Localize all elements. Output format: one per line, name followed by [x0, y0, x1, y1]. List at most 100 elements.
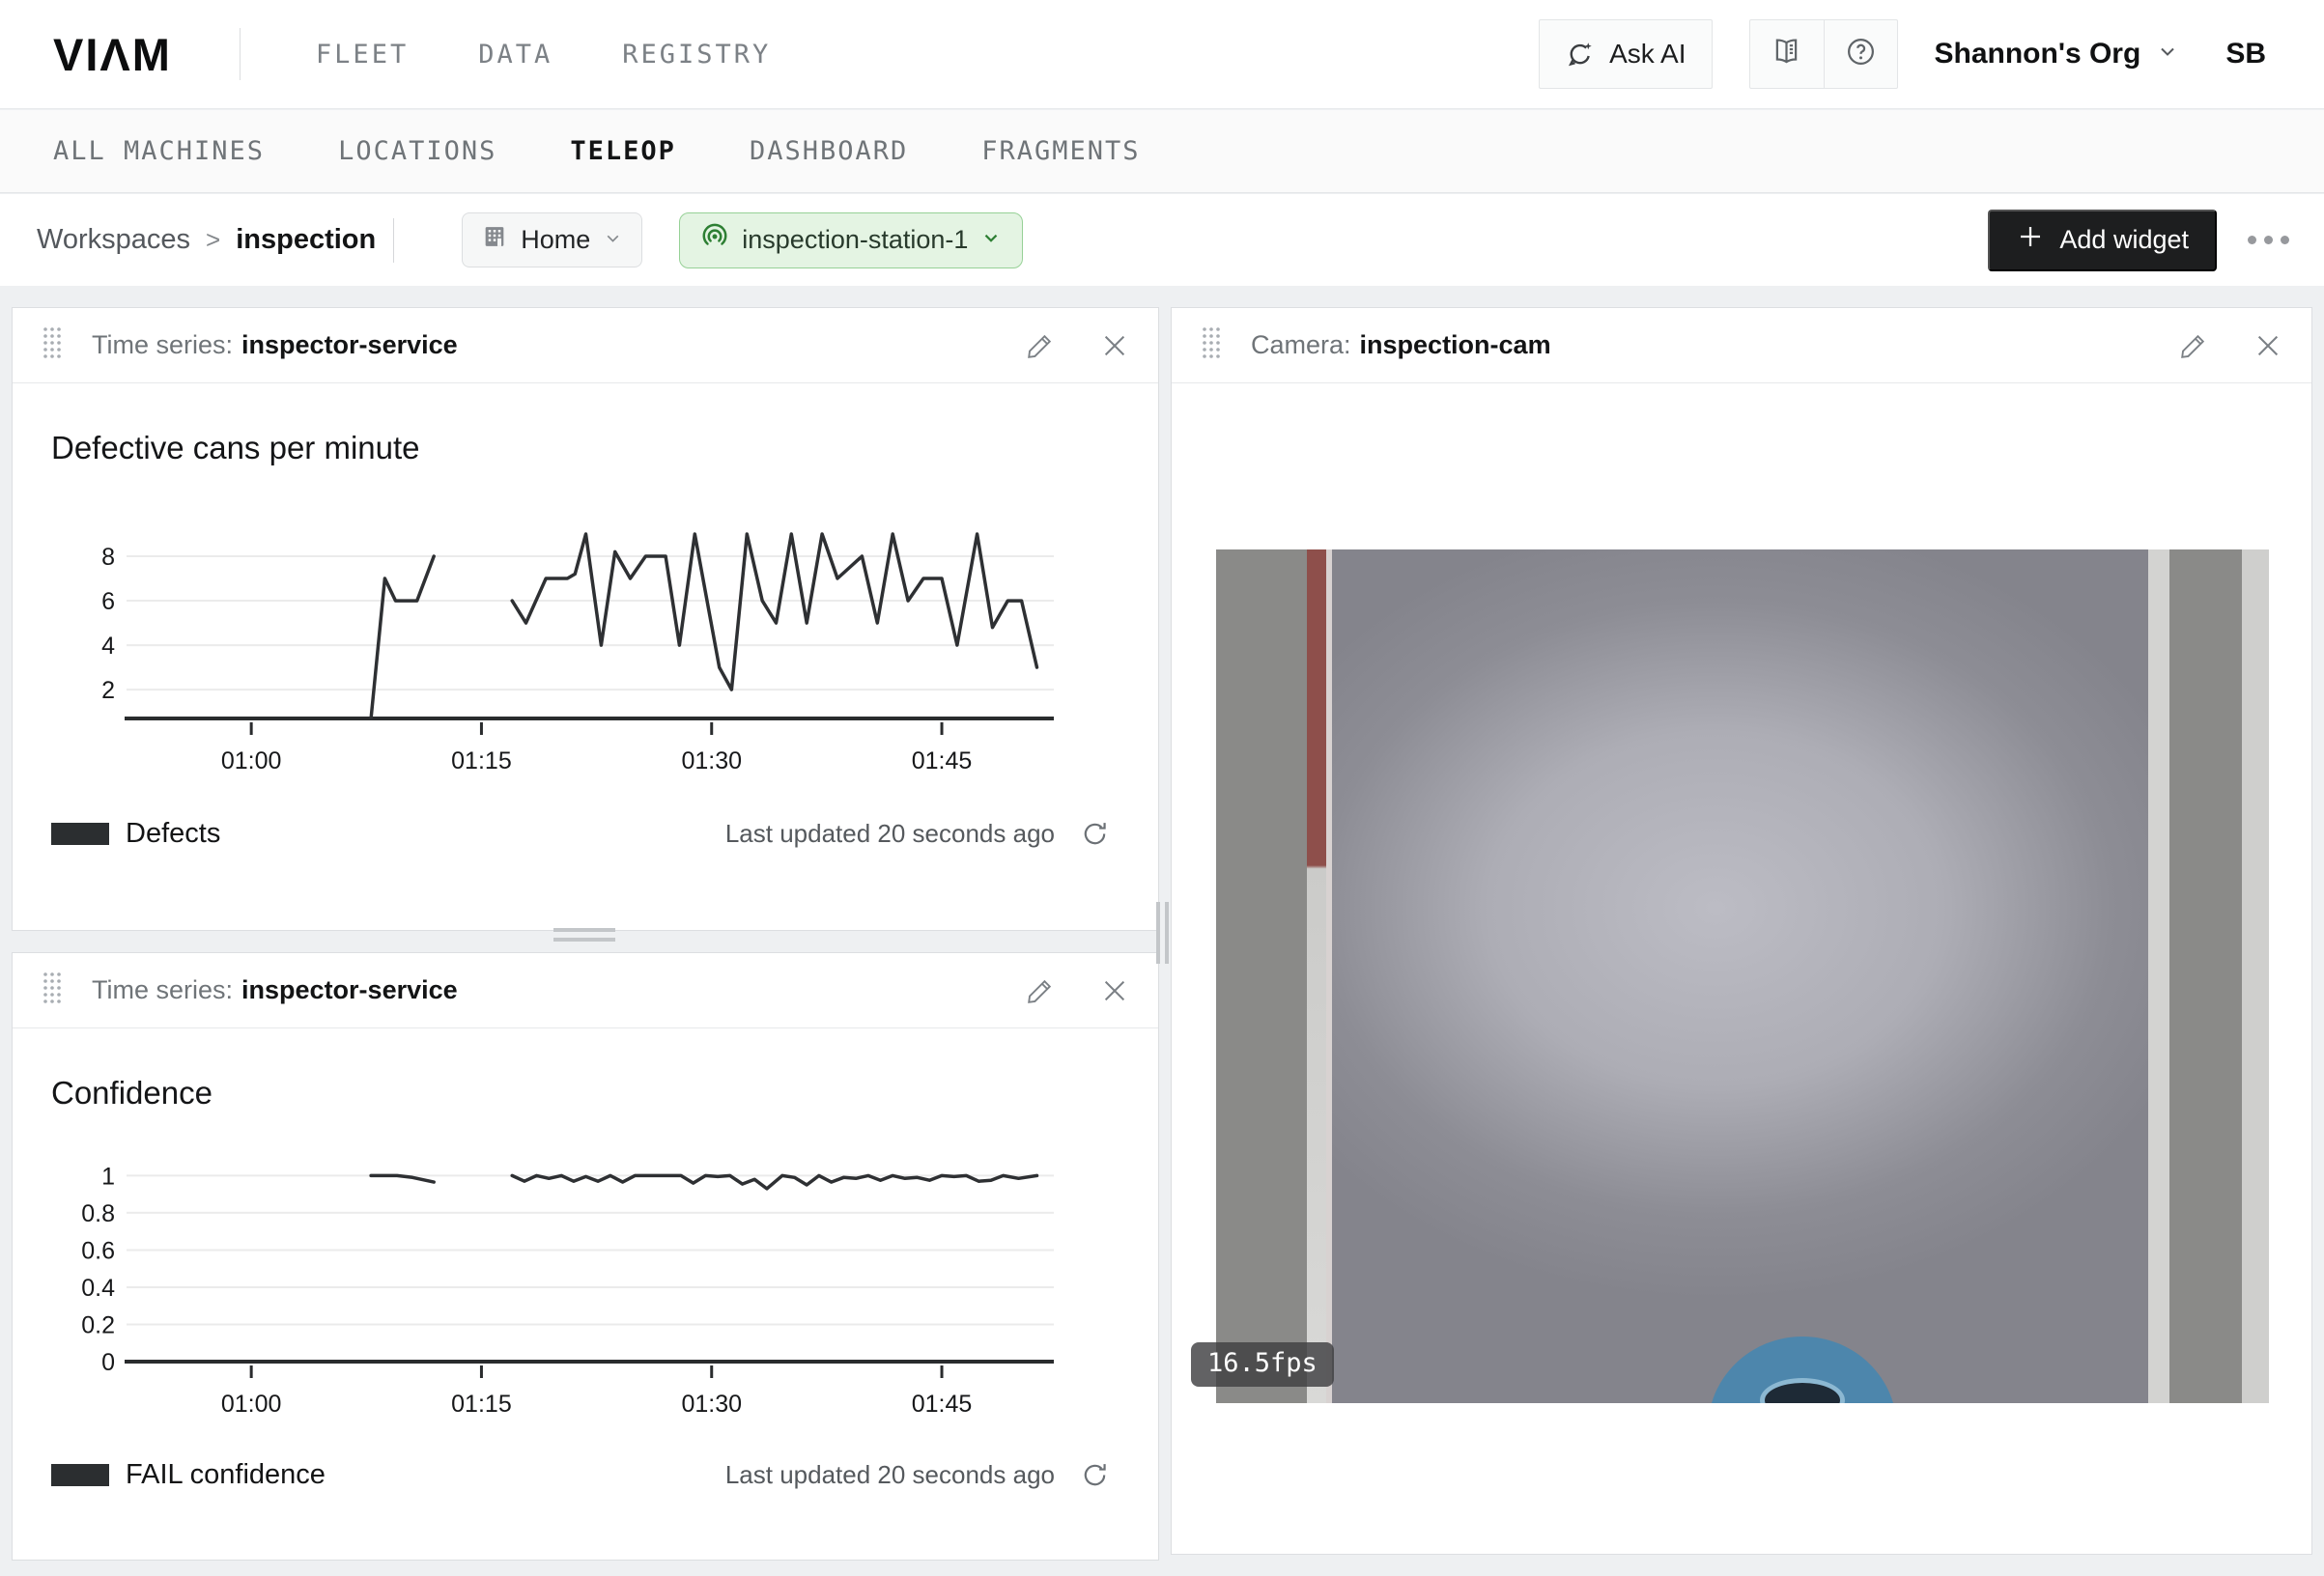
plus-icon: [2016, 222, 2045, 258]
primary-nav: FLEET DATA REGISTRY: [316, 40, 771, 70]
refresh-icon[interactable]: [1080, 819, 1110, 849]
camera-widget: Camera: inspection-cam 16.5fps: [1171, 307, 2312, 1555]
widget-type-label: Camera:: [1251, 330, 1351, 360]
ai-refresh-icon: [1565, 39, 1596, 70]
widget-resource-name: inspector-service: [241, 975, 458, 1005]
machine-selector[interactable]: inspection-station-1: [679, 212, 1023, 268]
refresh-icon[interactable]: [1080, 1460, 1110, 1490]
camera-frame-image: [1216, 549, 2269, 1403]
location-dropdown[interactable]: Home: [462, 212, 642, 267]
widget-header: Time series: inspector-service: [13, 953, 1158, 1028]
legend-label: FAIL confidence: [126, 1459, 326, 1491]
tab-teleop[interactable]: TELEOP: [570, 136, 676, 166]
svg-text:01:15: 01:15: [451, 1391, 512, 1417]
tab-locations[interactable]: LOCATIONS: [338, 136, 496, 166]
confidence-line-chart: 00.20.40.60.8101:0001:1501:3001:45: [28, 1127, 1110, 1417]
divider: [240, 28, 241, 80]
svg-text:2: 2: [101, 677, 115, 704]
row-resize-handle[interactable]: [553, 928, 615, 947]
add-widget-label: Add widget: [2059, 225, 2189, 255]
docs-button[interactable]: [1750, 20, 1824, 88]
edit-widget-button[interactable]: [1027, 332, 1054, 359]
svg-text:01:15: 01:15: [451, 747, 512, 772]
svg-text:8: 8: [101, 544, 115, 571]
widget-type-label: Time series:: [92, 330, 233, 360]
machine-name: inspection-station-1: [742, 225, 968, 255]
chevron-down-icon: [980, 225, 1002, 255]
last-updated-text: Last updated 20 seconds ago: [725, 1460, 1055, 1490]
breadcrumb: Workspaces > inspection: [37, 218, 394, 263]
tab-all-machines[interactable]: ALL MACHINES: [53, 136, 265, 166]
timeseries-widget-defects: Time series: inspector-service Defective…: [12, 307, 1159, 931]
svg-text:01:30: 01:30: [681, 747, 742, 772]
close-widget-button[interactable]: [1100, 976, 1129, 1005]
chart-title: Defective cans per minute: [51, 430, 420, 466]
workspace-toolbar: Workspaces > inspection Home: [0, 194, 2324, 286]
nav-registry[interactable]: REGISTRY: [622, 40, 771, 70]
svg-text:0.8: 0.8: [81, 1200, 115, 1227]
conveyor-belt: [1332, 549, 2148, 1403]
camera-stream: 16.5fps: [1216, 549, 2269, 1403]
drag-handle-icon[interactable]: [42, 971, 63, 1010]
tab-fragments[interactable]: FRAGMENTS: [981, 136, 1140, 166]
svg-text:0: 0: [101, 1349, 115, 1376]
add-widget-button[interactable]: Add widget: [1988, 210, 2217, 271]
widget-resource-name: inspection-cam: [1360, 330, 1551, 360]
legend-swatch: [51, 1464, 109, 1486]
svg-text:0.2: 0.2: [81, 1311, 115, 1338]
help-button[interactable]: [1824, 20, 1897, 88]
nav-fleet[interactable]: FLEET: [316, 40, 409, 70]
svg-text:01:45: 01:45: [912, 747, 973, 772]
chart-legend: Defects Last updated 20 seconds ago: [51, 818, 1110, 850]
defects-line-chart: 2 4 6 8 01:00 01:15 01:30 01:45: [28, 482, 1110, 772]
close-widget-button[interactable]: [2253, 331, 2282, 360]
last-updated-text: Last updated 20 seconds ago: [725, 819, 1055, 849]
machine-online-icon: [700, 222, 729, 258]
help-icon-group: [1749, 19, 1898, 89]
viam-logo[interactable]: VIΛM: [53, 28, 172, 81]
tab-dashboard[interactable]: DASHBOARD: [750, 136, 908, 166]
question-mark-icon: [1845, 36, 1877, 72]
breadcrumb-workspaces-link[interactable]: Workspaces: [37, 224, 190, 256]
breadcrumb-separator: >: [206, 225, 220, 255]
user-avatar[interactable]: SB: [2225, 38, 2266, 70]
book-icon: [1771, 36, 1802, 72]
svg-text:1: 1: [101, 1163, 115, 1190]
drag-handle-icon[interactable]: [42, 325, 63, 365]
building-icon: [481, 223, 508, 257]
section-tabs: ALL MACHINES LOCATIONS TELEOP DASHBOARD …: [0, 110, 2324, 193]
org-switcher[interactable]: Shannon's Org: [1935, 38, 2180, 70]
fps-badge: 16.5fps: [1191, 1342, 1334, 1387]
workspace-name[interactable]: inspection: [236, 224, 376, 256]
conveyor-red-rail: [1307, 549, 1326, 1403]
chevron-down-icon: [603, 225, 623, 255]
drag-handle-icon[interactable]: [1201, 325, 1222, 365]
svg-text:6: 6: [101, 588, 115, 615]
svg-text:01:00: 01:00: [221, 747, 282, 772]
edit-widget-button[interactable]: [1027, 977, 1054, 1004]
widget-resource-name: inspector-service: [241, 330, 458, 360]
legend-swatch: [51, 823, 109, 845]
widget-header: Camera: inspection-cam: [1172, 308, 2311, 383]
widget-type-label: Time series:: [92, 975, 233, 1005]
chart-legend: FAIL confidence Last updated 20 seconds …: [51, 1459, 1110, 1491]
widget-header: Time series: inspector-service: [13, 308, 1158, 383]
timeseries-widget-confidence: Time series: inspector-service Confidenc…: [12, 952, 1159, 1561]
ask-ai-label: Ask AI: [1609, 39, 1686, 70]
legend-label: Defects: [126, 818, 220, 850]
ask-ai-button[interactable]: Ask AI: [1539, 19, 1712, 89]
svg-text:0.4: 0.4: [81, 1275, 115, 1302]
close-widget-button[interactable]: [1100, 331, 1129, 360]
svg-text:4: 4: [101, 633, 115, 660]
location-label: Home: [521, 225, 590, 255]
more-options-button[interactable]: [2248, 221, 2289, 260]
column-resize-handle[interactable]: [1156, 902, 1169, 964]
divider: [393, 218, 394, 263]
edit-widget-button[interactable]: [2180, 332, 2207, 359]
org-name: Shannon's Org: [1935, 38, 2141, 70]
svg-text:01:30: 01:30: [681, 1391, 742, 1417]
top-bar: VIΛM FLEET DATA REGISTRY Ask AI: [0, 0, 2324, 109]
nav-data[interactable]: DATA: [478, 40, 553, 70]
svg-text:0.6: 0.6: [81, 1237, 115, 1264]
svg-text:01:45: 01:45: [912, 1391, 973, 1417]
